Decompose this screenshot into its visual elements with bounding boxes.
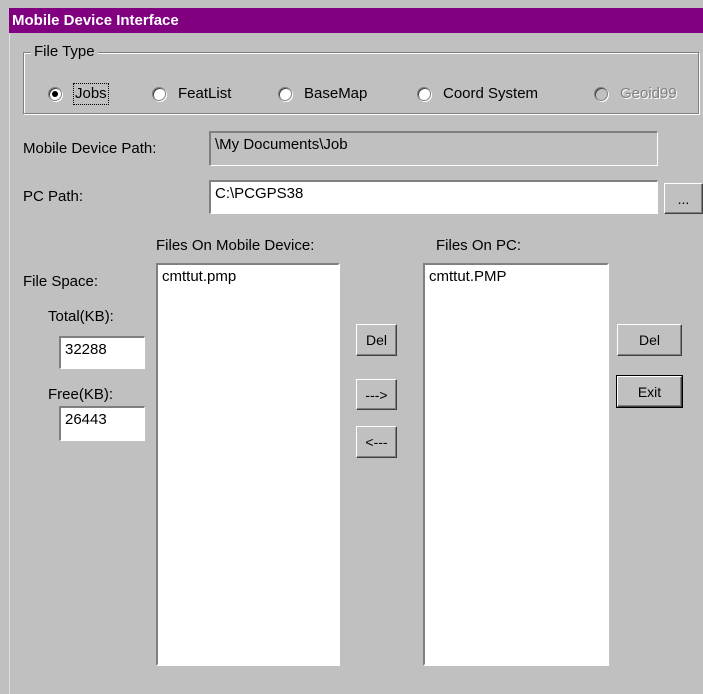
mobile-device-path-field: \My Documents\Job: [209, 131, 658, 166]
mobile-device-path-label: Mobile Device Path:: [23, 140, 157, 157]
radio-jobs-indicator[interactable]: [48, 87, 62, 101]
file-type-legend: File Type: [31, 44, 98, 60]
delete-mobile-file-button[interactable]: Del: [356, 324, 397, 356]
mobile-files-header: Files On Mobile Device:: [156, 237, 315, 254]
radio-jobs-label: Jobs: [73, 83, 109, 105]
radio-jobs[interactable]: Jobs: [48, 83, 109, 105]
radio-basemap-indicator[interactable]: [278, 87, 292, 101]
radio-basemap[interactable]: BaseMap: [278, 84, 367, 104]
copy-to-pc-button[interactable]: --->: [356, 379, 397, 410]
total-kb-label: Total(KB):: [48, 308, 114, 325]
window-title-bar[interactable]: Mobile Device Interface: [9, 8, 703, 33]
free-kb-field: 26443: [59, 406, 145, 441]
exit-button-label: Exit: [637, 383, 662, 400]
radio-coord-system[interactable]: Coord System: [417, 84, 538, 104]
pc-files-header: Files On PC:: [436, 237, 522, 254]
radio-basemap-label: BaseMap: [304, 85, 368, 102]
delete-pc-file-button[interactable]: Del: [617, 324, 682, 356]
pc-files-list[interactable]: cmttut.PMP: [423, 263, 609, 666]
radio-featlist-label: FeatList: [178, 85, 232, 102]
mobile-files-list[interactable]: cmttut.pmp: [156, 263, 340, 666]
radio-geoid99-indicator: [594, 87, 608, 101]
free-kb-label: Free(KB):: [48, 386, 114, 403]
pc-path-label: PC Path:: [23, 188, 84, 205]
delete-pc-file-label: Del: [638, 332, 660, 348]
list-item[interactable]: cmttut.pmp: [162, 268, 334, 286]
file-space-label: File Space:: [23, 273, 99, 290]
copy-to-pc-label: --->: [365, 386, 388, 403]
radio-featlist-indicator[interactable]: [152, 87, 166, 101]
radio-coord-system-label: Coord System: [443, 85, 539, 102]
copy-to-mobile-label: <---: [365, 434, 388, 450]
pc-path-input[interactable]: C:\PCGPS38: [209, 180, 658, 214]
radio-geoid99: Geoid99: [594, 84, 677, 104]
radio-featlist[interactable]: FeatList: [152, 84, 231, 104]
total-kb-field: 32288: [59, 336, 145, 369]
delete-mobile-file-label: Del: [365, 332, 387, 348]
list-item[interactable]: cmttut.PMP: [429, 268, 603, 286]
file-type-group: [23, 52, 699, 114]
browse-button[interactable]: ...: [664, 183, 703, 214]
radio-geoid99-label: Geoid99: [620, 85, 677, 102]
copy-to-mobile-button[interactable]: <---: [356, 426, 397, 458]
exit-button[interactable]: Exit: [616, 375, 683, 408]
window-title: Mobile Device Interface: [12, 12, 179, 29]
radio-coord-system-indicator[interactable]: [417, 87, 431, 101]
browse-button-label: ...: [677, 190, 690, 207]
